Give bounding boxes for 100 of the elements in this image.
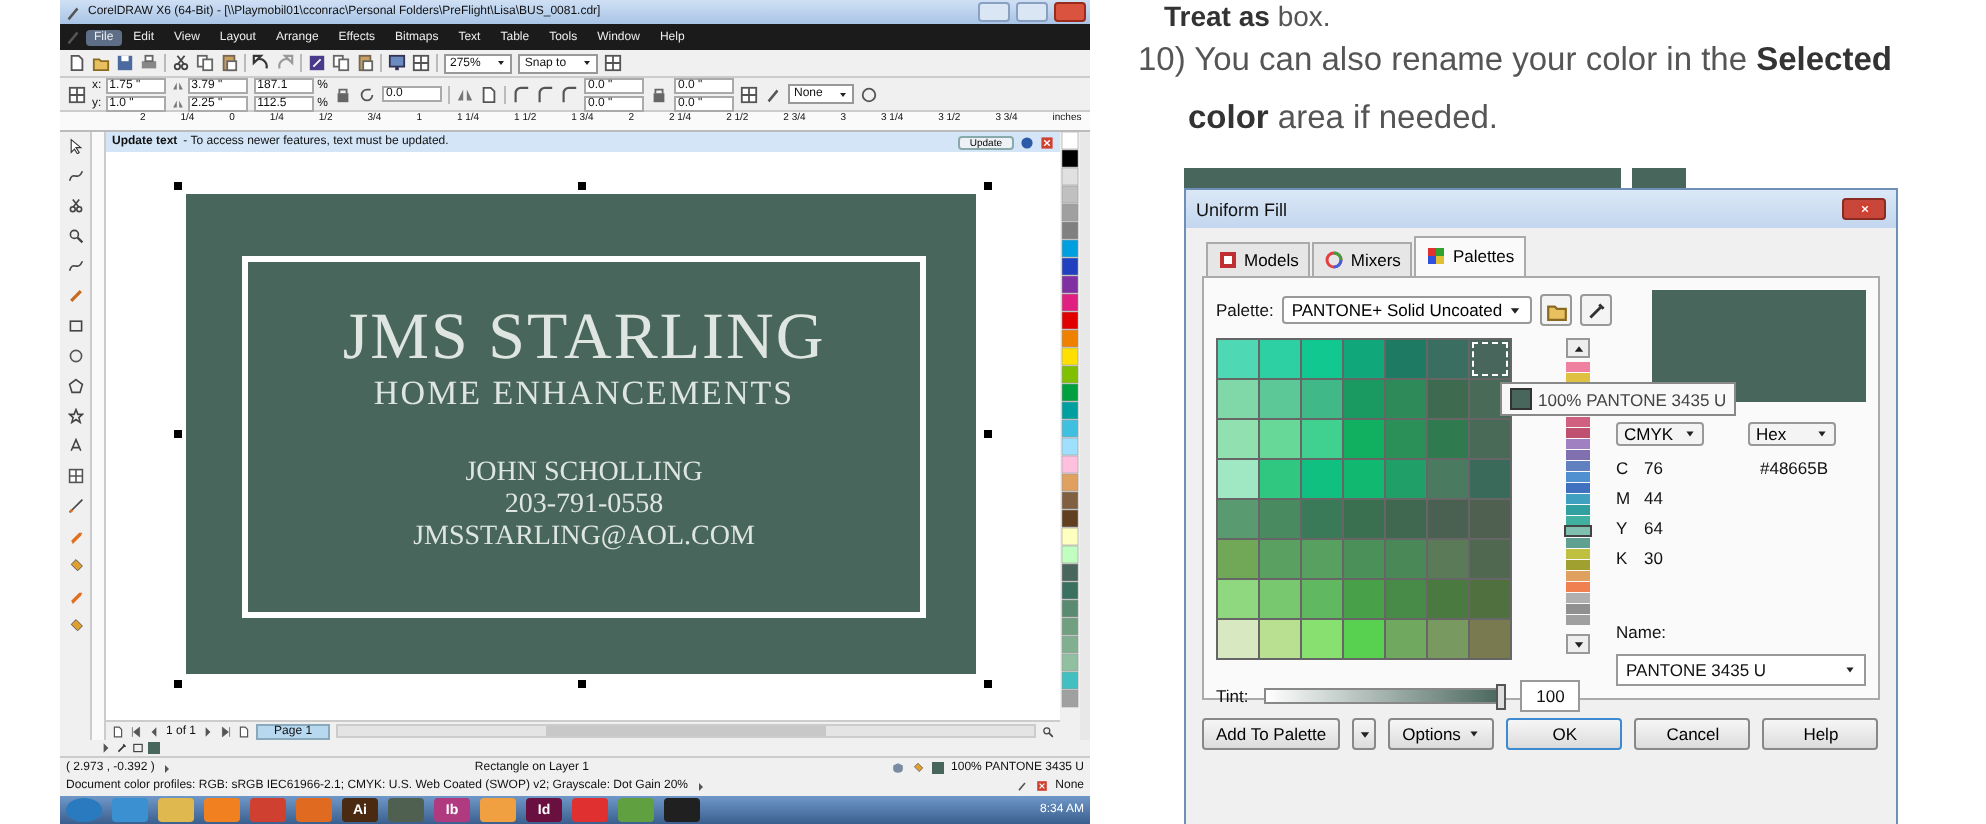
launcher-icon[interactable]	[308, 54, 326, 72]
color-swatch[interactable]	[1218, 420, 1258, 458]
name-dropdown[interactable]: PANTONE 3435 U	[1616, 654, 1866, 686]
color-swatch[interactable]	[1386, 540, 1426, 578]
color-swatch[interactable]	[1428, 580, 1468, 618]
app-icon[interactable]	[618, 798, 654, 822]
color-swatch[interactable]	[1428, 500, 1468, 538]
color-swatch[interactable]	[1428, 620, 1468, 658]
color-swatch[interactable]	[1428, 460, 1468, 498]
color-swatch[interactable]	[1218, 500, 1258, 538]
grid-icon[interactable]	[412, 54, 430, 72]
new-document-icon[interactable]	[68, 54, 86, 72]
color-swatch[interactable]	[1260, 500, 1300, 538]
horizontal-scrollbar[interactable]	[336, 724, 1036, 738]
color-swatch[interactable]	[1344, 540, 1384, 578]
redo-icon[interactable]	[276, 54, 294, 72]
color-swatch[interactable]	[1344, 460, 1384, 498]
text-tool-icon[interactable]	[67, 438, 83, 454]
selection-handle[interactable]	[984, 680, 992, 688]
color-swatch[interactable]	[1302, 460, 1342, 498]
color-swatch[interactable]	[1260, 580, 1300, 618]
color-swatch[interactable]	[1386, 340, 1426, 378]
eyedropper-button[interactable]	[1580, 294, 1612, 326]
start-button[interactable]	[66, 798, 102, 822]
color-swatch[interactable]	[1218, 380, 1258, 418]
color-swatch[interactable]	[1218, 540, 1258, 578]
zoom-icon[interactable]	[1042, 725, 1054, 737]
color-swatch[interactable]	[1260, 420, 1300, 458]
full-screen-icon[interactable]	[388, 54, 406, 72]
color-swatch[interactable]	[1302, 540, 1342, 578]
zoom-icon[interactable]	[67, 228, 83, 244]
dialog-button[interactable]: Help	[1762, 718, 1879, 750]
color-swatch[interactable]	[1470, 340, 1510, 378]
color-swatch[interactable]	[1302, 580, 1342, 618]
help-icon[interactable]	[1020, 135, 1034, 149]
dialog-button[interactable]: Cancel	[1634, 718, 1751, 750]
color-swatch[interactable]	[1386, 580, 1426, 618]
color-swatch[interactable]	[1386, 620, 1426, 658]
color-swatch[interactable]	[1428, 380, 1468, 418]
color-swatch[interactable]	[1344, 420, 1384, 458]
close-button[interactable]	[1842, 198, 1886, 220]
color-swatch[interactable]	[1260, 380, 1300, 418]
next-page-icon[interactable]	[202, 725, 215, 737]
color-swatch[interactable]	[1344, 620, 1384, 658]
table-icon[interactable]	[67, 468, 83, 484]
rectangle-icon[interactable]	[67, 318, 83, 334]
save-icon[interactable]	[116, 54, 134, 72]
color-swatch[interactable]	[1470, 420, 1510, 458]
curve-icon[interactable]	[67, 258, 83, 274]
color-swatch[interactable]	[1302, 380, 1342, 418]
color-swatch[interactable]	[1386, 460, 1426, 498]
print-icon[interactable]	[140, 54, 158, 72]
palette-dropdown[interactable]: PANTONE+ Solid Uncoated	[1281, 296, 1532, 324]
color-swatch[interactable]	[1428, 540, 1468, 578]
color-swatch[interactable]	[1470, 620, 1510, 658]
circle-icon[interactable]	[860, 85, 879, 103]
color-swatch[interactable]	[1386, 420, 1426, 458]
value-format-dropdown[interactable]: Hex	[1748, 422, 1836, 446]
line-icon[interactable]	[67, 498, 83, 514]
color-swatch[interactable]	[1470, 500, 1510, 538]
options-button[interactable]: Options	[1388, 718, 1495, 750]
close-button[interactable]	[1054, 2, 1086, 22]
add-page-icon[interactable]	[112, 725, 124, 737]
lock-icon[interactable]	[650, 85, 669, 103]
pointer-icon[interactable]	[67, 138, 83, 154]
dropdown-button[interactable]	[1352, 718, 1377, 750]
selection-handle[interactable]	[174, 430, 182, 438]
scroll-up-button[interactable]	[1566, 338, 1590, 358]
color-swatch[interactable]	[1428, 340, 1468, 378]
color-swatch[interactable]	[1428, 420, 1468, 458]
app-icon[interactable]	[388, 798, 424, 822]
color-swatch[interactable]	[1344, 500, 1384, 538]
copy-icon[interactable]	[196, 54, 214, 72]
color-swatch[interactable]	[1218, 460, 1258, 498]
scroll-down-button[interactable]	[1566, 634, 1590, 654]
mirror-icon[interactable]	[456, 85, 475, 103]
last-page-icon[interactable]	[220, 725, 233, 737]
brush-icon[interactable]	[67, 288, 83, 304]
selection-handle[interactable]	[578, 680, 586, 688]
add-to-palette-button[interactable]: Add To Palette	[1202, 718, 1341, 750]
tab[interactable]: Palettes	[1414, 236, 1527, 276]
color-swatch[interactable]	[1260, 460, 1300, 498]
color-swatch[interactable]	[1260, 620, 1300, 658]
previous-page-icon[interactable]	[148, 725, 160, 737]
tint-field[interactable]: 100	[1520, 680, 1581, 712]
undo-icon[interactable]	[252, 54, 270, 72]
polygon-icon[interactable]	[67, 378, 83, 394]
color-swatch[interactable]	[1470, 460, 1510, 498]
color-swatch[interactable]	[1344, 380, 1384, 418]
lock-icon[interactable]	[334, 85, 353, 103]
color-swatch[interactable]	[1386, 500, 1426, 538]
color-swatch[interactable]	[1470, 580, 1510, 618]
color-swatch[interactable]	[1302, 620, 1342, 658]
options-icon[interactable]	[604, 54, 623, 72]
cut-icon[interactable]	[172, 54, 190, 72]
tab[interactable]: Mixers	[1312, 242, 1413, 276]
open-palette-button[interactable]	[1540, 294, 1572, 326]
selection-handle[interactable]	[174, 182, 182, 190]
color-swatch[interactable]	[1260, 540, 1300, 578]
open-icon[interactable]	[92, 54, 110, 72]
